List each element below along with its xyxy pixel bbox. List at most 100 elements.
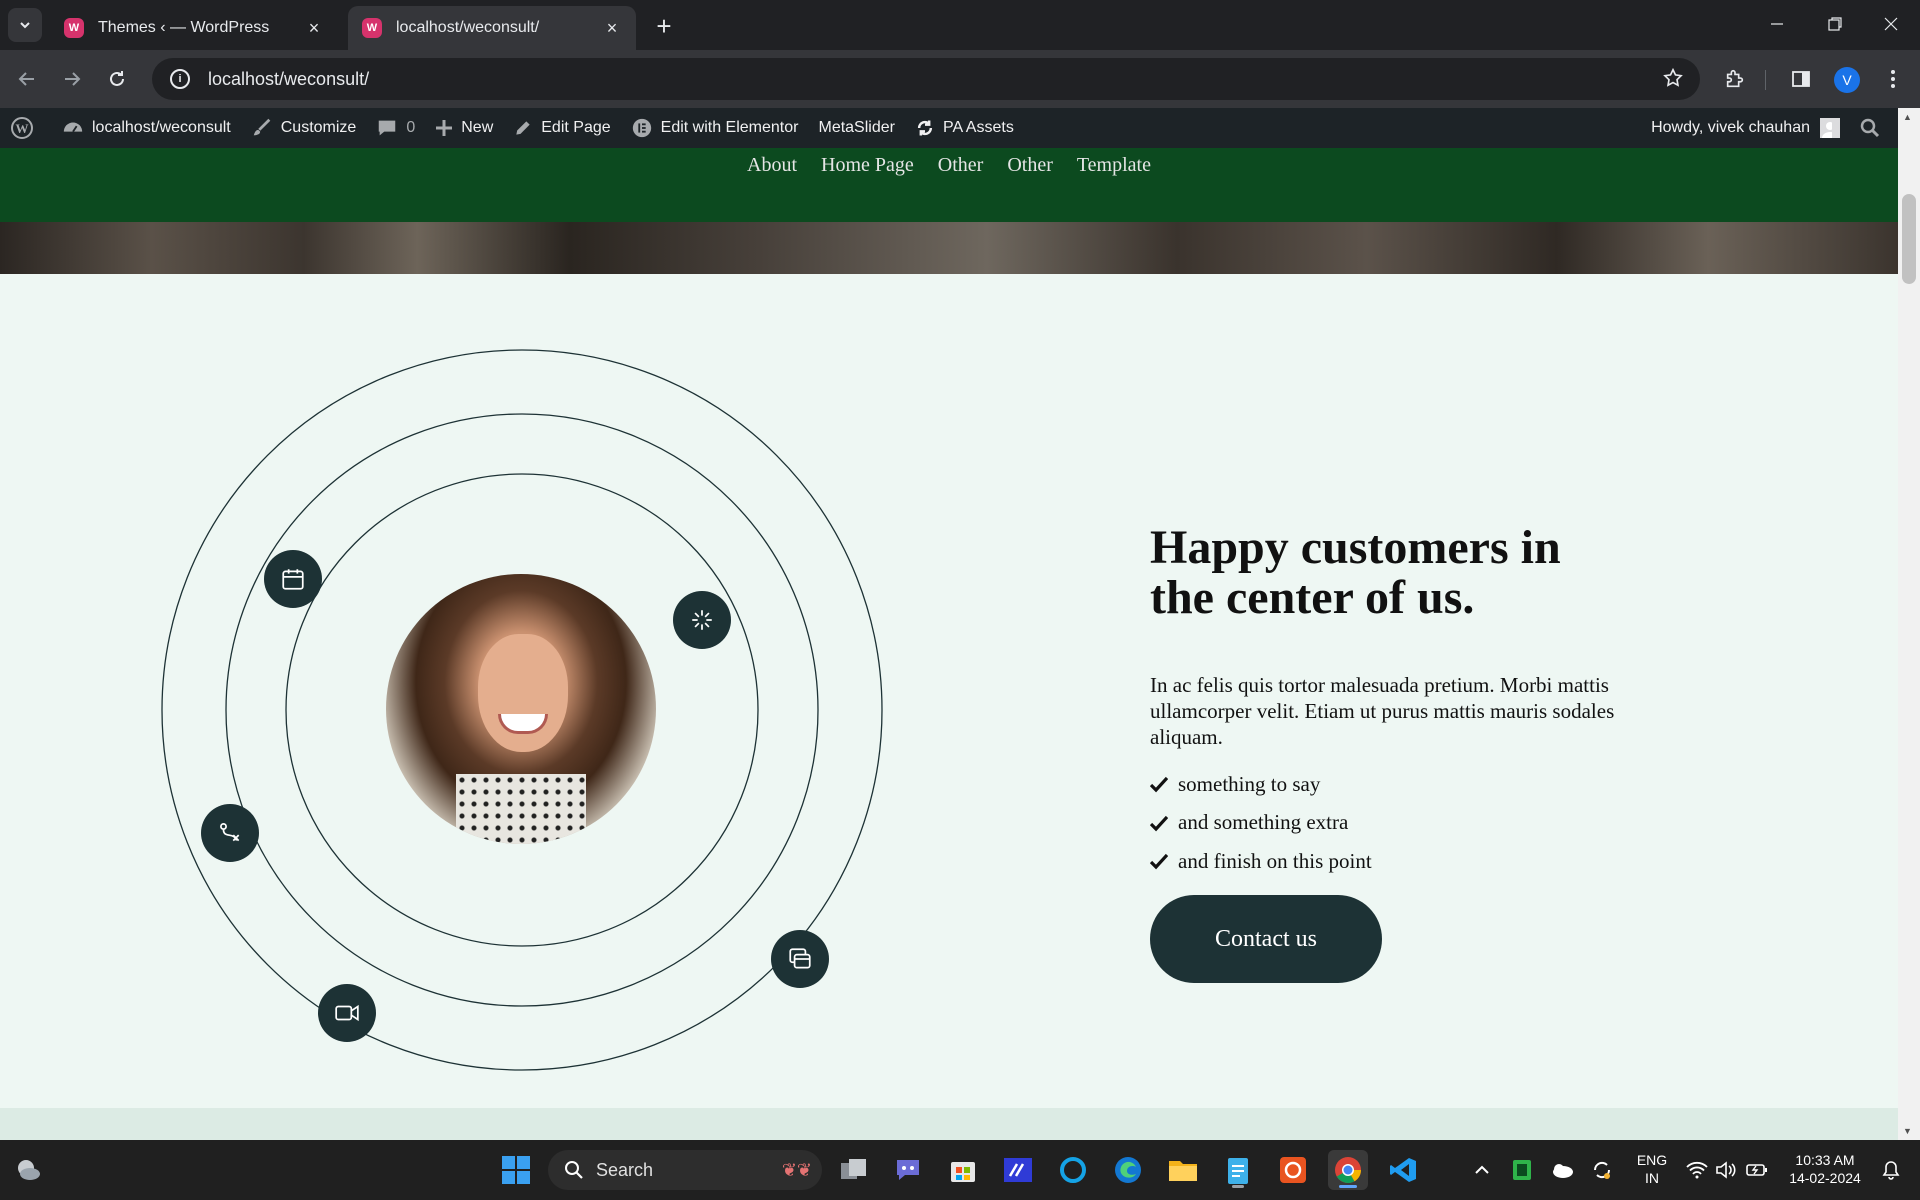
ab-edit-page-link[interactable]: Edit Page [503,108,620,148]
task-view-icon [841,1159,866,1179]
forward-button[interactable] [55,62,89,96]
back-button[interactable] [10,62,44,96]
close-window-button[interactable] [1862,0,1920,48]
checklist-text: and finish on this point [1178,848,1372,873]
elementor-icon [632,118,651,138]
side-panel-button[interactable] [1784,62,1818,96]
ab-search-button[interactable] [1850,108,1898,148]
tab-title: localhost/weconsult/ [396,19,540,36]
clock-time: 10:33 AM [1795,1152,1855,1168]
close-icon[interactable]: × [304,18,324,38]
ab-elementor-link[interactable]: Edit with Elementor [621,108,809,148]
ab-pa-assets-link[interactable]: PA Assets [905,108,1024,148]
taskbar-search-label: Search [596,1159,654,1180]
photo-collar [456,774,586,844]
ab-new-link[interactable]: New [425,108,503,148]
ab-site-link[interactable]: localhost/weconsult [52,108,241,148]
tab-weconsult[interactable]: W localhost/weconsult/ × [348,6,636,50]
scroll-down-arrow-icon[interactable]: ▼ [1903,1126,1912,1136]
profile-avatar[interactable]: V [1834,67,1860,93]
chrome-button[interactable] [1328,1150,1368,1190]
user-avatar-icon [1820,118,1840,138]
comment-icon [379,120,396,136]
taskbar-search[interactable]: Search ❦❦ [548,1150,822,1190]
feature-checklist: something to say and something extra and… [1150,765,1372,881]
check-icon [1150,854,1168,870]
orbit-node-route [201,804,259,862]
vscode-button[interactable] [1383,1150,1423,1190]
restore-button[interactable] [1806,0,1864,48]
widgets-button[interactable] [8,1150,48,1190]
onedrive-button[interactable] [1542,1150,1582,1190]
tray-overflow-button[interactable] [1462,1150,1502,1190]
sync-icon [1593,1161,1611,1179]
nav-link-about[interactable]: About [747,154,797,222]
puzzle-icon [1726,69,1744,88]
reload-button[interactable] [100,62,134,96]
cortana-button[interactable] [1053,1150,1093,1190]
section-headline: Happy customers in the center of us. [1150,523,1670,623]
store-icon [951,1162,975,1182]
language-indicator[interactable]: ENG IN [1630,1151,1674,1187]
route-icon [220,823,240,842]
ab-customize-link[interactable]: Customize [241,108,367,148]
clock[interactable]: 10:33 AM 14-02-2024 [1780,1151,1870,1187]
contact-us-button[interactable]: Contact us [1150,895,1382,983]
volume-button[interactable] [1710,1150,1744,1190]
side-panel-icon [1792,71,1810,87]
app-button-visual-studio[interactable] [998,1150,1038,1190]
browser-menu-button[interactable] [1876,62,1910,96]
wp-logo-button[interactable]: W [0,108,52,148]
minimize-button[interactable] [1748,0,1806,48]
weather-cloud-icon [18,1160,40,1180]
notepad-button[interactable] [1218,1150,1258,1190]
bookmark-star-icon[interactable] [1662,67,1684,94]
address-bar[interactable]: i localhost/weconsult/ [152,58,1700,100]
ubuntu-button[interactable] [1273,1150,1313,1190]
nav-link-other[interactable]: Other [938,154,984,222]
notifications-button[interactable] [1874,1150,1908,1190]
tray-app-button[interactable] [1502,1150,1542,1190]
tab-title: Themes ‹ — WordPress [98,19,270,36]
page-scrollbar[interactable]: ▲ ▼ [1898,108,1920,1140]
toolbar-divider [1765,70,1766,90]
sync-button[interactable] [1582,1150,1622,1190]
file-explorer-button[interactable] [1163,1150,1203,1190]
clock-date: 14-02-2024 [1789,1170,1861,1186]
ab-comments-link[interactable]: 0 [366,108,425,148]
tab-search-button[interactable] [8,8,42,42]
nav-link-template[interactable]: Template [1077,154,1151,222]
edge-button[interactable] [1108,1150,1148,1190]
tab-themes[interactable]: W Themes ‹ — WordPress × [50,6,338,50]
extensions-button[interactable] [1718,62,1752,96]
site-nav: About Home Page Other Other Template [0,148,1898,222]
battery-button[interactable] [1740,1150,1774,1190]
next-section-edge [0,1108,1898,1140]
language-line-1: ENG [1636,1152,1668,1168]
ab-account-area: Howdy, vivek chauhan [1641,108,1898,148]
scroll-up-arrow-icon[interactable]: ▲ [1903,112,1912,122]
orbit-node-sparkle [673,591,731,649]
plus-icon [436,120,453,136]
orbit-node-video [318,984,376,1042]
nav-link-other-2[interactable]: Other [1007,154,1053,222]
task-view-button[interactable] [834,1150,874,1190]
site-info-icon[interactable]: i [170,69,190,89]
start-button[interactable] [496,1150,536,1190]
arrow-left-icon [18,72,34,86]
arrow-right-icon [65,72,81,86]
ab-metaslider-link[interactable]: MetaSlider [808,108,904,148]
bell-icon [1882,1161,1900,1180]
close-icon[interactable]: × [602,18,622,38]
scrollbar-thumb[interactable] [1902,194,1916,284]
app-icon [1004,1158,1032,1182]
pencil-icon [516,121,530,135]
wifi-button[interactable] [1680,1150,1714,1190]
ab-my-account-link[interactable]: Howdy, vivek chauhan [1641,108,1850,148]
orbit-node-calendar [264,550,322,608]
nav-link-home-page[interactable]: Home Page [821,154,914,222]
teams-chat-button[interactable] [888,1150,928,1190]
store-button[interactable] [943,1150,983,1190]
new-tab-button[interactable]: + [650,11,678,41]
hero-image-strip [0,222,1898,274]
